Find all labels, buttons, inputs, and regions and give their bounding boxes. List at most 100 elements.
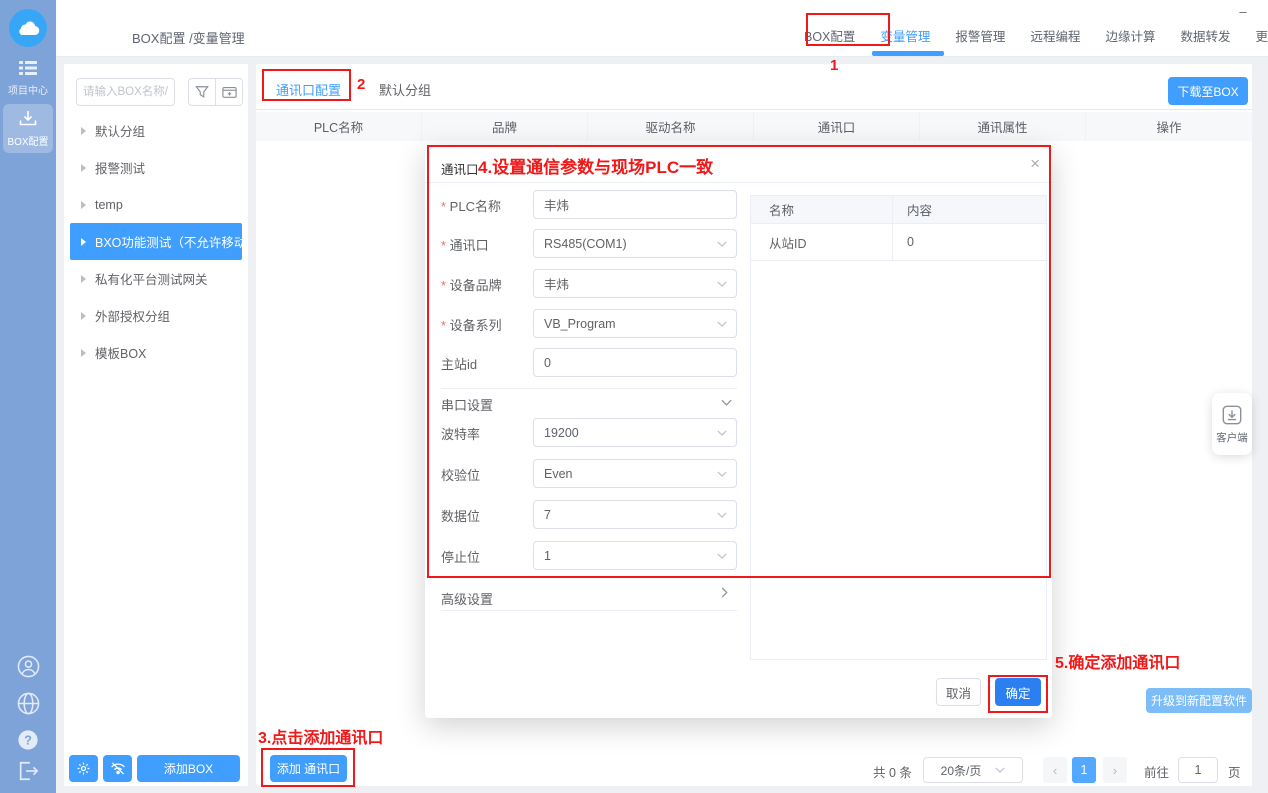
add-comm-port-button[interactable]: 添加 通讯口	[270, 755, 347, 782]
search-input[interactable]	[76, 78, 175, 106]
parity-select[interactable]: Even	[533, 459, 737, 488]
expand-arrow-icon	[81, 349, 86, 357]
filter-button[interactable]	[188, 78, 216, 106]
column-header: 品牌	[422, 112, 588, 141]
add-box-button[interactable]: 添加BOX	[137, 755, 240, 782]
data-bits-select[interactable]: 7	[533, 500, 737, 529]
divider	[441, 610, 737, 611]
top-nav: BOX配置 变量管理 报警管理 远程编程 边缘计算 数据转发 更多功能	[804, 26, 1268, 45]
globe-icon[interactable]	[0, 692, 56, 715]
download-tray-icon	[19, 110, 37, 127]
download-to-box-button[interactable]: 下载至BOX	[1168, 77, 1248, 105]
gear-icon	[76, 761, 91, 776]
divider	[425, 182, 1052, 183]
device-brand-label: 设备品牌	[441, 275, 502, 294]
device-series-select[interactable]: VB_Program	[533, 309, 737, 338]
chevron-down-icon	[995, 767, 1005, 773]
upgrade-software-button[interactable]: 升级到新配置软件	[1146, 688, 1252, 713]
page-size-select[interactable]: 20条/页	[923, 757, 1023, 783]
sidebar-item-label: 项目中心	[0, 82, 56, 97]
attr-value-column: 内容	[893, 196, 1046, 223]
add-group-button[interactable]	[215, 78, 243, 106]
nav-variable-management[interactable]: 变量管理	[880, 26, 930, 45]
attr-row-slave-id[interactable]: 从站ID 0	[751, 224, 1046, 261]
stop-bits-select[interactable]: 1	[533, 541, 737, 570]
logout-icon[interactable]	[0, 760, 56, 782]
user-icon[interactable]	[0, 655, 56, 678]
device-series-label: 设备系列	[441, 315, 502, 334]
chevron-down-icon	[717, 553, 727, 559]
chevron-down-icon[interactable]	[721, 399, 732, 406]
svg-text:?: ?	[24, 733, 32, 748]
group-item-temp[interactable]: temp	[64, 186, 248, 223]
group-item-external-auth[interactable]: 外部授权分组	[64, 297, 248, 334]
group-item-private-platform[interactable]: 私有化平台测试网关	[64, 260, 248, 297]
help-icon[interactable]: ?	[0, 729, 56, 751]
expand-arrow-icon	[81, 238, 86, 246]
top-header: BOX配置 /变量管理 BOX配置 变量管理 报警管理 远程编程 边缘计算 数据…	[56, 0, 1268, 57]
chevron-down-icon	[717, 512, 727, 518]
device-brand-select[interactable]: 丰炜	[533, 269, 737, 298]
master-id-input[interactable]	[533, 348, 737, 377]
minimize-button[interactable]: –	[1236, 4, 1250, 19]
nav-remote-programming[interactable]: 远程编程	[1030, 26, 1080, 45]
expand-arrow-icon	[81, 275, 86, 283]
chevron-down-icon	[717, 430, 727, 436]
nav-alarm-management[interactable]: 报警管理	[955, 26, 1005, 45]
chevron-down-icon	[717, 471, 727, 477]
settings-button[interactable]	[69, 755, 98, 782]
current-page-button[interactable]: 1	[1072, 757, 1096, 783]
comm-port-label: 通讯口	[441, 235, 489, 254]
cloud-logo-icon	[16, 20, 40, 36]
modal-title: 通讯口	[441, 159, 479, 178]
chevron-down-icon	[717, 281, 727, 287]
sidebar-item-project-center[interactable]: 项目中心	[0, 60, 56, 97]
expand-arrow-icon	[81, 164, 86, 172]
serial-settings-header[interactable]: 串口设置	[441, 395, 493, 414]
plc-name-input[interactable]	[533, 190, 737, 219]
client-download-icon	[1221, 404, 1243, 426]
group-item-alarm-test[interactable]: 报警测试	[64, 149, 248, 186]
parity-label: 校验位	[441, 465, 480, 484]
project-list-icon	[19, 60, 37, 76]
chevron-right-icon[interactable]	[721, 587, 728, 598]
baud-rate-select[interactable]: 19200	[533, 418, 737, 447]
ok-button[interactable]: 确定	[995, 678, 1041, 706]
comm-port-select[interactable]: RS485(COM1)	[533, 229, 737, 258]
app-sidebar: 项目中心 BOX配置 ?	[0, 0, 56, 793]
group-item-default[interactable]: 默认分组	[64, 112, 248, 149]
plc-table-header: PLC名称 品牌 驱动名称 通讯口 通讯属性 操作	[256, 112, 1252, 141]
modal-close-icon[interactable]: ×	[1030, 155, 1040, 172]
next-page-button[interactable]: ›	[1103, 757, 1127, 783]
expand-arrow-icon	[81, 201, 86, 209]
group-item-bxo-test[interactable]: BXO功能测试（不允许移动）	[70, 223, 242, 260]
wifi-off-button[interactable]	[103, 755, 132, 782]
attr-table-header: 名称 内容	[751, 196, 1046, 224]
active-tab-underline	[872, 51, 944, 56]
funnel-icon	[195, 85, 209, 99]
column-header: 通讯口	[754, 112, 920, 141]
window-controls: – □ ×	[1236, 4, 1268, 19]
data-bits-label: 数据位	[441, 506, 480, 525]
stop-bits-label: 停止位	[441, 547, 480, 566]
prev-page-button[interactable]: ‹	[1043, 757, 1067, 783]
tab-comm-port-config[interactable]: 通讯口配置	[276, 80, 341, 99]
group-item-template-box[interactable]: 模板BOX	[64, 334, 248, 371]
nav-box-config[interactable]: BOX配置	[804, 26, 855, 45]
comm-attribute-table: 名称 内容 从站ID 0	[750, 195, 1047, 660]
goto-page-input[interactable]	[1178, 757, 1218, 783]
nav-more-functions[interactable]: 更多功能	[1255, 26, 1268, 45]
page-suffix-label: 页	[1228, 762, 1241, 781]
tab-default-group[interactable]: 默认分组	[379, 80, 431, 99]
cancel-button[interactable]: 取消	[936, 678, 981, 706]
advanced-settings-header[interactable]: 高级设置	[441, 589, 493, 608]
nav-data-forwarding[interactable]: 数据转发	[1180, 26, 1230, 45]
nav-edge-computing[interactable]: 边缘计算	[1105, 26, 1155, 45]
app-logo[interactable]	[9, 9, 47, 47]
breadcrumb: BOX配置 /变量管理	[132, 28, 245, 47]
attr-name-column: 名称	[751, 196, 893, 223]
client-download-widget[interactable]: 客户端	[1212, 393, 1252, 455]
folder-plus-icon	[222, 85, 237, 99]
wifi-off-icon	[110, 761, 126, 776]
sidebar-item-box-config[interactable]: BOX配置	[3, 104, 53, 153]
